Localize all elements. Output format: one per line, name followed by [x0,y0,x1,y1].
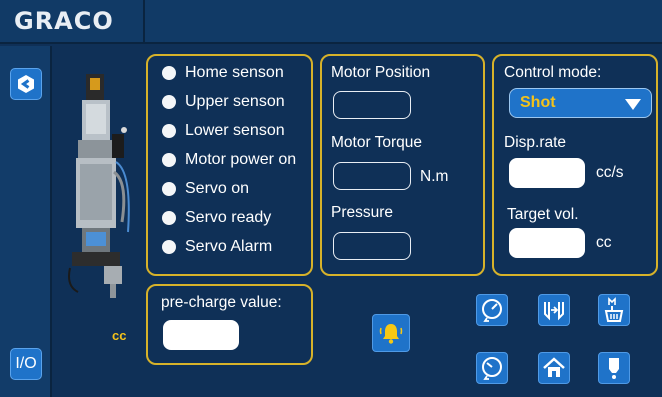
motor-panel: Motor Position Motor Torque N.m Pressure [320,54,485,276]
control-mode-value: Shot [520,94,556,111]
valve-pair-icon [544,302,564,321]
disp-rate-input[interactable] [509,158,585,188]
dispenser-valve-image [68,74,130,298]
status-servo-alarm: Servo Alarm [162,238,272,256]
device-volume-unit: cc [112,328,127,343]
status-servo-on: Servo on [162,180,249,198]
gauge-dial-icon [482,357,502,380]
status-led [162,240,176,254]
control-mode-label: Control mode: [504,64,602,81]
control-panel: Control mode: Shot Disp.rate cc/s Target… [492,54,658,276]
top-bar: GRACO [0,0,662,44]
control-mode-select[interactable]: Shot [509,88,652,118]
precharge-panel: pre-charge value: [146,284,313,365]
status-label: Motor power on [185,151,297,168]
alarm-button[interactable] [372,314,410,352]
disp-rate-label: Disp.rate [504,134,567,151]
motor-position-label: Motor Position [331,64,431,81]
left-nav-strip: I/O [0,46,52,397]
home-button[interactable] [538,352,570,384]
status-led [162,211,176,225]
valve-compare-button[interactable] [538,294,570,326]
pressure-field [333,232,411,260]
target-vol-unit: cc [596,234,612,251]
precharge-input[interactable] [163,320,239,350]
home-icon [543,357,565,377]
status-led [162,66,176,80]
graco-logo-icon [18,75,34,93]
io-button[interactable]: I/O [10,348,42,380]
main-area: cc Home senson Upper senson Lower senson… [54,46,662,397]
motor-torque-label: Motor Torque [331,134,423,151]
status-servo-ready: Servo ready [162,209,271,227]
torque-unit: N.m [420,168,449,185]
gauge-settings-button[interactable] [476,352,508,384]
status-panel: Home senson Upper senson Lower senson Mo… [146,54,313,276]
pressure-gauge-button[interactable] [476,294,508,326]
manual-purge-icon [604,297,624,322]
bell-icon [379,324,403,344]
target-vol-input[interactable] [509,228,585,258]
status-label: Home senson [185,64,284,81]
status-label: Upper senson [185,93,285,110]
status-motor-power: Motor power on [162,151,296,169]
status-label: Servo ready [185,209,272,226]
graco-logo-button[interactable] [10,68,42,100]
pressure-label: Pressure [331,204,394,221]
precharge-label: pre-charge value: [161,294,282,311]
chevron-down-icon [625,99,641,110]
status-lower-sensor: Lower senson [162,122,285,140]
status-home-sensor: Home senson [162,64,284,82]
status-label: Servo on [185,180,250,197]
manual-purge-button[interactable] [598,294,630,326]
dispense-valve-icon [609,358,619,379]
brand-cell: GRACO [0,0,145,44]
status-led [162,182,176,196]
status-led [162,153,176,167]
status-led [162,95,176,109]
status-label: Servo Alarm [185,238,273,255]
status-led [162,124,176,138]
disp-rate-unit: cc/s [596,164,624,181]
status-label: Lower senson [185,122,285,139]
pressure-gauge-icon [482,299,502,322]
brand-logo-text: GRACO [14,7,114,35]
target-vol-label: Target vol. [507,206,579,223]
motor-position-field [333,91,411,119]
dispense-button[interactable] [598,352,630,384]
motor-torque-field [333,162,411,190]
status-upper-sensor: Upper senson [162,93,285,111]
